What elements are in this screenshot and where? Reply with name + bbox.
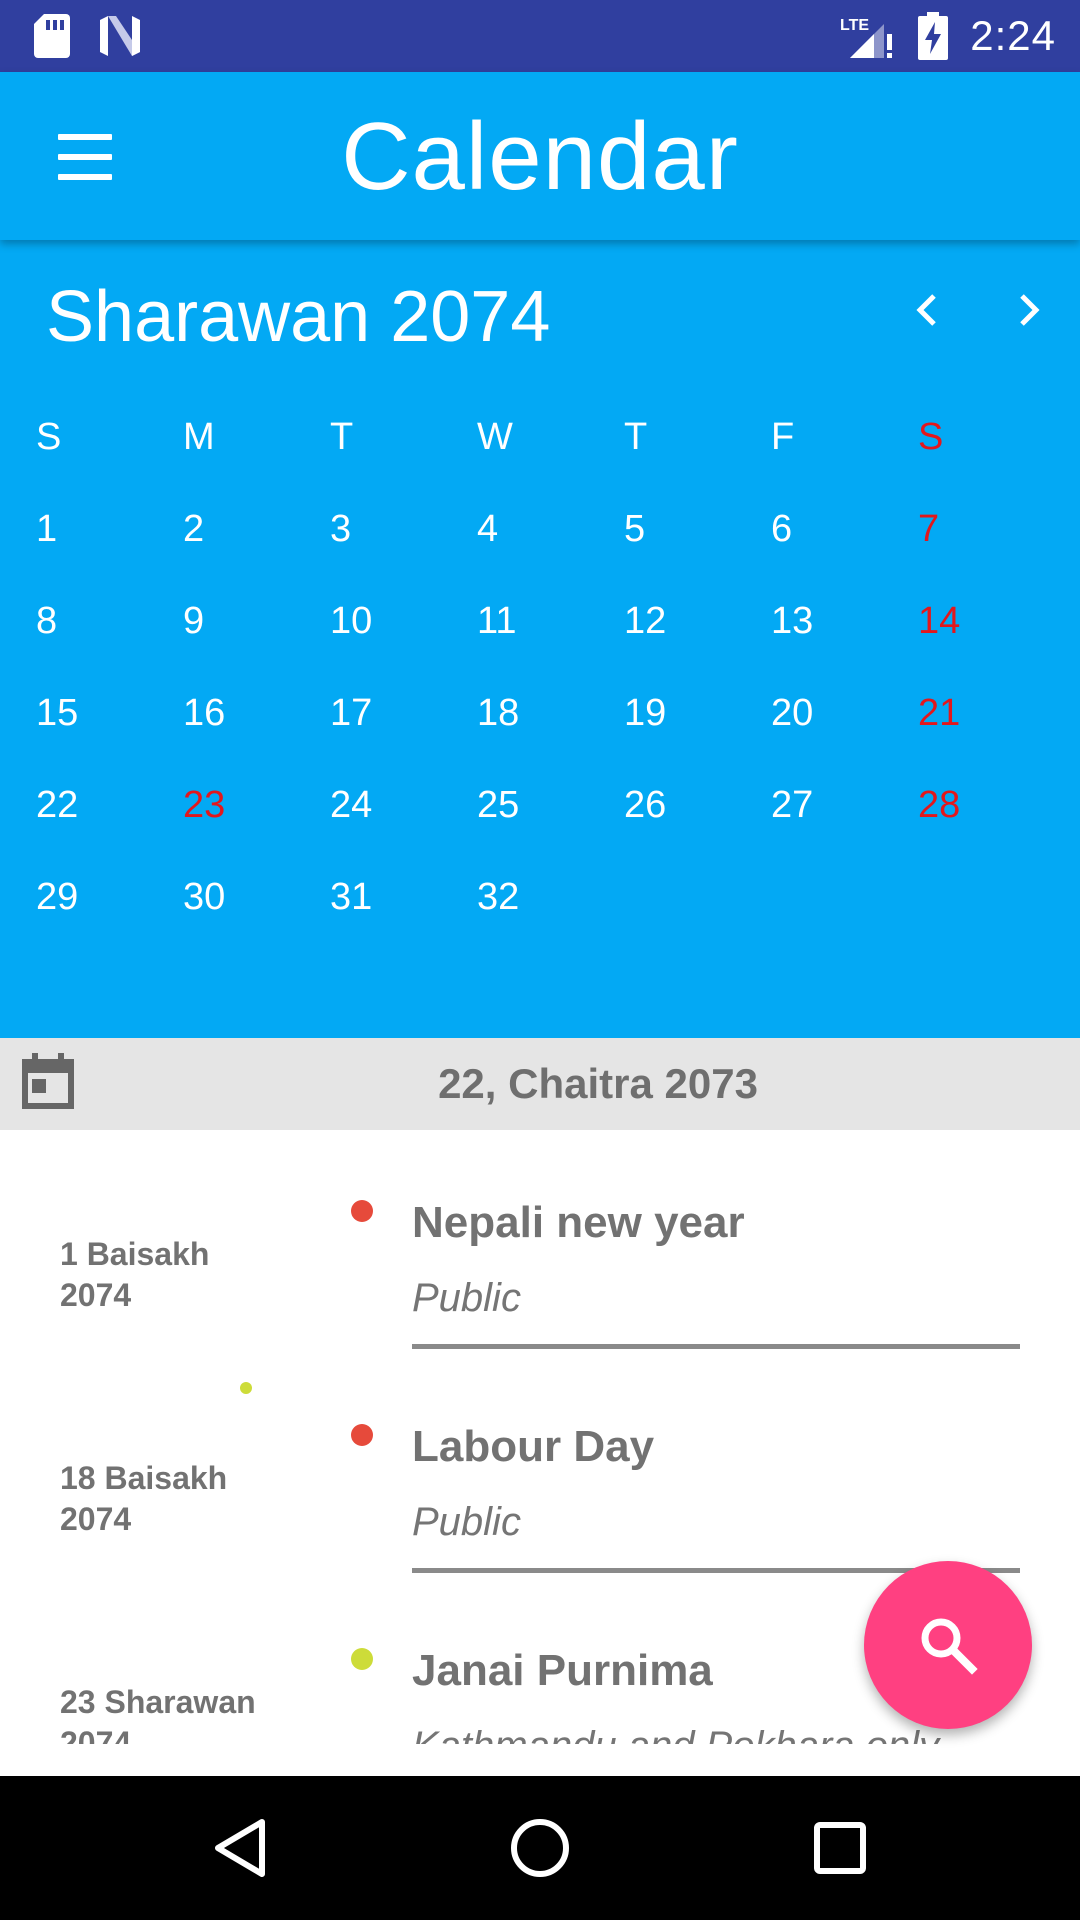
day-cell[interactable]: 22 [36,784,183,827]
day-cell[interactable]: 25 [477,784,624,827]
day-cell[interactable]: 32 [477,876,624,919]
weekday-header: S M T W T F S [0,416,1080,476]
divider [412,1344,1020,1349]
day-cell[interactable]: 5 [624,508,771,551]
day-cell[interactable]: 20 [771,692,918,735]
event-type: Kathmandu and Pokhara only [412,1724,939,1744]
week-row: 29 30 31 32 [0,876,1080,936]
event-type: Public [412,1276,521,1320]
day-cell[interactable]: 29 [36,876,183,919]
event-name: Janai Purnima [412,1646,713,1695]
day-cell[interactable]: 30 [183,876,330,919]
day-cell[interactable]: 3 [330,508,477,551]
day-cell[interactable]: 24 [330,784,477,827]
day-cell[interactable]: 10 [330,600,477,643]
month-title: Sharawan 2074 [46,277,551,357]
day-cell[interactable]: 14 [918,600,1065,643]
weekday-label: F [771,416,795,458]
calendar-panel: Sharawan 2074 S M T W T F S 1 2 3 4 5 6 … [0,240,1080,1394]
day-cell[interactable]: 23 [183,784,330,827]
weekday-label: S [36,416,62,458]
week-row: 15 16 17 18 19 20 21 [0,692,1080,752]
day-cell[interactable]: 4 [477,508,624,551]
n-logo-icon [100,16,140,56]
event-date: 1 Baisakh 2074 [60,1236,210,1313]
week-row: 8 9 10 11 12 13 14 [0,600,1080,660]
search-button[interactable] [864,1561,1032,1729]
day-cell[interactable]: 8 [36,600,183,643]
status-right-icons: LTE 2:24 [840,10,1056,62]
day-cell[interactable]: 13 [771,600,918,643]
weekday-label: M [183,416,215,458]
status-time: 2:24 [970,12,1056,59]
week-row: 1 2 3 4 5 6 7 [0,508,1080,568]
event-name: Nepali new year [412,1198,745,1247]
recents-icon[interactable] [798,1806,882,1890]
network-label: LTE [840,17,869,34]
event-date: 18 Baisakh 2074 [60,1460,228,1537]
back-icon[interactable] [198,1806,282,1890]
week-row: 22 23 24 25 26 27 28 [0,784,1080,1394]
day-cell[interactable]: 31 [330,876,477,919]
event-type-dot [351,1200,373,1222]
day-cell[interactable]: 15 [36,692,183,735]
app-title: Calendar [341,103,739,210]
event-type: Public [412,1500,521,1544]
chevron-right-icon[interactable] [1000,280,1060,340]
event-type-dot [351,1648,373,1670]
day-cell[interactable]: 11 [477,600,624,643]
day-cell[interactable]: 19 [624,692,771,735]
day-cell[interactable]: 2 [183,508,330,551]
selected-date-label: 22, Chaitra 2073 [438,1060,758,1107]
day-cell[interactable]: 1 [36,508,183,551]
weekday-label: T [330,416,354,458]
sd-card-icon [34,14,70,58]
status-bar: LTE 2:24 [0,0,1080,72]
search-icon [921,1618,978,1675]
day-cell[interactable]: 6 [771,508,918,551]
event-type-dot [351,1424,373,1446]
day-cell[interactable]: 9 [183,600,330,643]
weekday-label: W [477,416,513,458]
home-icon[interactable] [498,1806,582,1890]
day-cell[interactable]: 18 [477,692,624,735]
status-left-icons [34,14,142,58]
day-cell[interactable]: 26 [624,784,771,827]
weekday-label: T [624,416,648,458]
weekday-label: S [918,416,944,458]
day-cell[interactable]: 21 [918,692,1065,735]
day-cell[interactable]: 17 [330,692,477,735]
day-cell[interactable]: 16 [183,692,330,735]
event-name: Labour Day [412,1422,655,1471]
day-cell[interactable]: 7 [918,508,1065,551]
day-cell[interactable]: 27 [771,784,918,827]
battery-charging-icon [918,12,949,60]
selected-date-strip: 22, Chaitra 2073 [0,1038,1080,1130]
list-item[interactable]: 1 Baisakh 2074 Nepali new year Public [0,1130,1080,1354]
system-nav-bar [0,1776,1080,1920]
list-item[interactable]: 18 Baisakh 2074 Labour Day Public [0,1354,1080,1578]
signal-icon: LTE [840,17,893,58]
event-indicator-dot [240,1382,252,1394]
event-date: 23 Sharawan 2074 [60,1684,256,1744]
day-cell[interactable]: 28 [918,784,1065,827]
app-bar: Calendar [0,72,1080,240]
chevron-left-icon[interactable] [896,280,956,340]
day-cell[interactable]: 12 [624,600,771,643]
